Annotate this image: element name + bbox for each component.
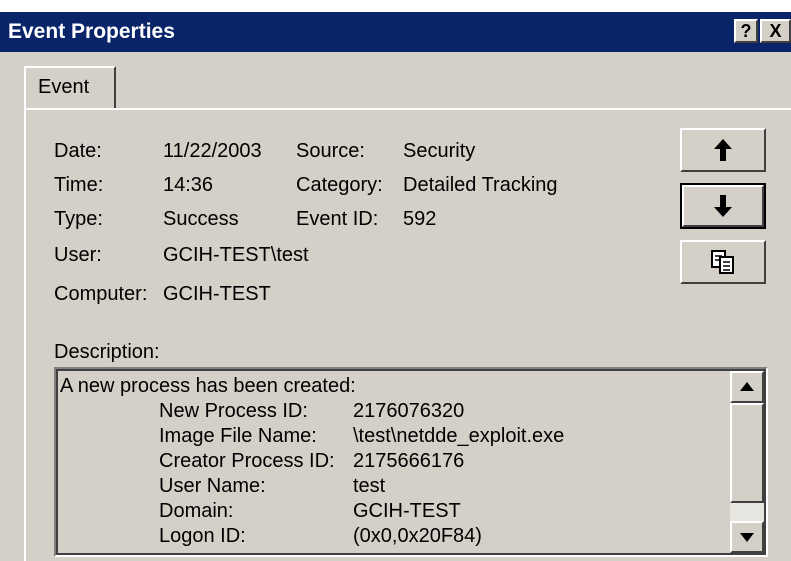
tab-event-label: Event <box>38 76 90 98</box>
desc-key-domain: Domain: <box>159 500 234 522</box>
desc-value-user-name: test <box>353 475 386 497</box>
help-button[interactable]: ? <box>734 19 758 43</box>
down-arrow-icon <box>714 195 732 217</box>
previous-event-button[interactable] <box>680 128 766 172</box>
up-arrow-icon <box>714 139 732 161</box>
category-label: Category: <box>296 174 383 196</box>
scroll-up-button[interactable] <box>730 371 764 403</box>
source-value: Security <box>403 140 476 162</box>
desc-key-image-file-name: Image File Name: <box>159 425 317 447</box>
type-value: Success <box>163 208 239 230</box>
desc-value-image-file-name: \test\netdde_exploit.exe <box>353 425 565 447</box>
computer-label: Computer: <box>54 283 148 305</box>
desc-value-logon-id: (0x0,0x20F84) <box>353 525 482 547</box>
user-value: GCIH-TEST\test <box>163 244 309 266</box>
copy-icon <box>711 250 734 274</box>
date-value: 11/22/2003 <box>163 140 262 162</box>
window-title: Event Properties <box>8 20 175 43</box>
description-textbox[interactable]: A new process has been created: New Proc… <box>54 367 768 557</box>
computer-value: GCIH-TEST <box>163 283 271 305</box>
eventid-value: 592 <box>403 208 437 230</box>
description-label: Description: <box>54 341 160 363</box>
scroll-down-arrow-icon <box>740 533 754 542</box>
time-label: Time: <box>54 174 104 196</box>
desc-key-logon-id: Logon ID: <box>159 525 246 547</box>
desc-key-user-name: User Name: <box>159 475 266 497</box>
eventid-label: Event ID: <box>296 208 379 230</box>
scroll-up-arrow-icon <box>740 382 754 391</box>
time-value: 14:36 <box>163 174 214 196</box>
description-scrollbar[interactable] <box>730 371 764 553</box>
source-label: Source: <box>296 140 365 162</box>
desc-key-new-process-id: New Process ID: <box>159 400 308 422</box>
type-label: Type: <box>54 208 103 230</box>
desc-value-domain: GCIH-TEST <box>353 500 461 522</box>
copy-button[interactable] <box>680 240 766 284</box>
desc-key-creator-process-id: Creator Process ID: <box>159 450 335 472</box>
date-label: Date: <box>54 140 102 162</box>
category-value: Detailed Tracking <box>403 174 558 196</box>
scroll-thumb[interactable] <box>730 403 764 503</box>
desc-value-creator-process-id: 2175666176 <box>353 450 465 472</box>
title-bar: Event Properties ? X <box>0 12 791 52</box>
scroll-down-button[interactable] <box>730 521 764 553</box>
description-intro: A new process has been created: <box>60 375 356 397</box>
desc-value-new-process-id: 2176076320 <box>353 400 465 422</box>
screen-top-strip <box>0 0 791 12</box>
next-event-button[interactable] <box>680 183 766 229</box>
tab-event[interactable]: Event <box>24 66 116 110</box>
close-button[interactable]: X <box>760 19 791 43</box>
user-label: User: <box>54 244 102 266</box>
